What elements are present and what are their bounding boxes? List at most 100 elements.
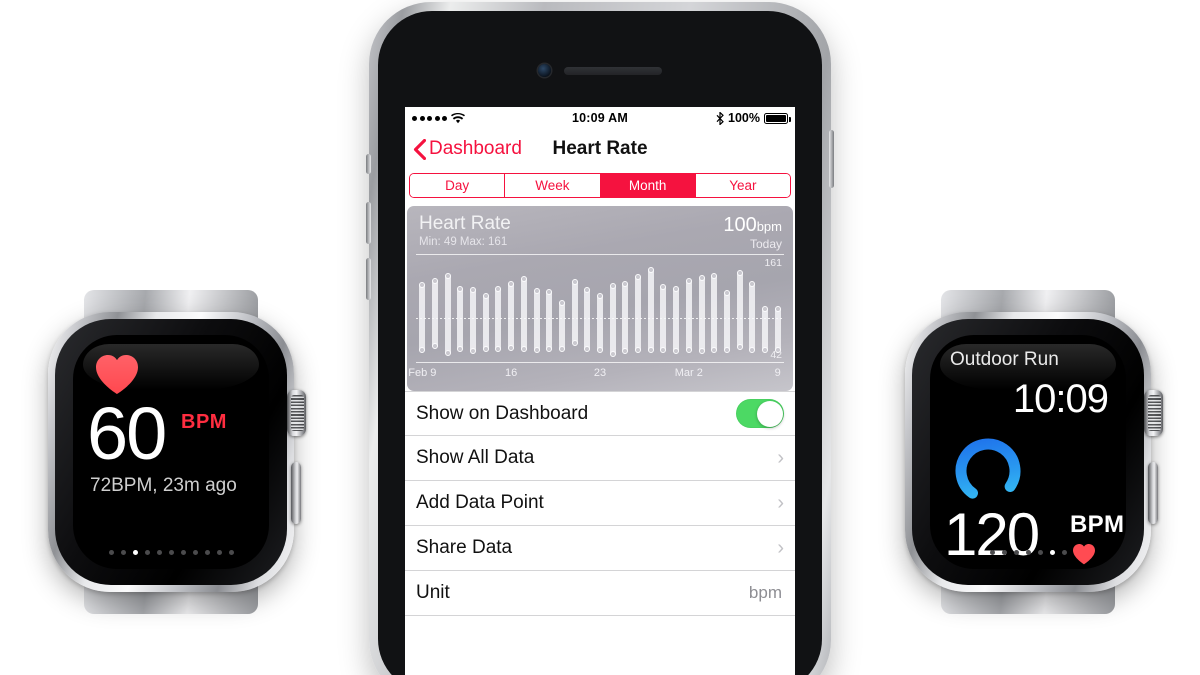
bar-min-node bbox=[749, 347, 756, 354]
segmented-control[interactable]: Day Week Month Year bbox=[409, 173, 791, 198]
chart-range-bar bbox=[698, 258, 705, 362]
chart-range-bar bbox=[761, 258, 768, 362]
chart-range-bar bbox=[673, 258, 680, 362]
chart-bottom-rule bbox=[416, 362, 784, 363]
bar-min-node bbox=[685, 346, 692, 353]
front-camera-icon bbox=[538, 64, 551, 77]
chart-title: Heart Rate bbox=[419, 213, 511, 234]
chevron-right-icon: › bbox=[777, 537, 784, 559]
bar-min-node bbox=[584, 345, 591, 352]
list-row-share-data[interactable]: Share Data › bbox=[405, 526, 795, 571]
show-on-dashboard-toggle[interactable] bbox=[736, 399, 784, 428]
bar-body bbox=[508, 282, 515, 350]
page-dot[interactable] bbox=[180, 550, 186, 555]
page-dot[interactable] bbox=[204, 550, 210, 555]
chart-range-bar bbox=[444, 258, 451, 362]
list-row-add-data-point[interactable]: Add Data Point › bbox=[405, 481, 795, 526]
page-dots-left[interactable] bbox=[73, 550, 269, 555]
status-bar: 10:09 AM 100% bbox=[405, 107, 795, 129]
bar-body bbox=[723, 291, 730, 353]
page-dot[interactable] bbox=[120, 550, 126, 555]
page-dot[interactable] bbox=[132, 550, 138, 555]
bar-max-node bbox=[647, 266, 654, 273]
page-dot[interactable] bbox=[1061, 550, 1067, 555]
list-row-unit[interactable]: Unit bpm bbox=[405, 571, 795, 616]
page-dot[interactable] bbox=[1049, 550, 1055, 555]
bar-body bbox=[749, 282, 756, 353]
bar-max-node bbox=[558, 299, 565, 306]
chart-top-rule bbox=[416, 254, 784, 255]
bar-min-node bbox=[533, 346, 540, 353]
list-row-value: bpm bbox=[748, 583, 782, 602]
segment-week[interactable]: Week bbox=[505, 174, 601, 197]
volume-down-button[interactable] bbox=[366, 258, 371, 300]
volume-up-button[interactable] bbox=[366, 202, 371, 244]
heart-rate-chart-card[interactable]: Heart Rate Min: 49 Max: 161 100bpm Today… bbox=[407, 206, 793, 391]
watch-screen-left[interactable]: 60 BPM 72BPM, 23m ago bbox=[73, 335, 269, 569]
page-dots-right[interactable] bbox=[930, 550, 1126, 555]
list-row-show-all-data[interactable]: Show All Data › bbox=[405, 436, 795, 481]
heart-rate-value: 60 bbox=[87, 392, 167, 475]
chevron-left-icon bbox=[413, 138, 426, 160]
segment-month[interactable]: Month bbox=[600, 174, 696, 197]
bar-max-node bbox=[673, 285, 680, 292]
watch-bezel: 60 BPM 72BPM, 23m ago bbox=[55, 319, 287, 585]
bar-max-node bbox=[685, 277, 692, 284]
bar-min-node bbox=[419, 346, 426, 353]
page-dot[interactable] bbox=[989, 550, 995, 555]
bar-body bbox=[546, 290, 553, 351]
heart-rate-subtitle: 72BPM, 23m ago bbox=[90, 475, 237, 496]
chart-range-bar bbox=[660, 258, 667, 362]
list-row-label: Share Data bbox=[416, 537, 513, 558]
page-dot[interactable] bbox=[156, 550, 162, 555]
phone-screen[interactable]: 10:09 AM 100% Dashboard Heart Rate Day W… bbox=[405, 107, 795, 675]
bar-min-node bbox=[470, 348, 477, 355]
bar-body bbox=[761, 306, 768, 353]
digital-crown[interactable] bbox=[1144, 390, 1163, 436]
page-dot[interactable] bbox=[168, 550, 174, 555]
watch-side-button[interactable] bbox=[291, 462, 301, 524]
page-dot[interactable] bbox=[144, 550, 150, 555]
chart-range-bar bbox=[419, 258, 426, 362]
bar-body bbox=[635, 274, 642, 352]
page-dot[interactable] bbox=[108, 550, 114, 555]
page-dot[interactable] bbox=[228, 550, 234, 555]
bar-max-node bbox=[444, 272, 451, 279]
page-dot[interactable] bbox=[216, 550, 222, 555]
bar-body bbox=[597, 293, 603, 353]
bar-max-node bbox=[482, 292, 489, 299]
bar-body bbox=[571, 279, 578, 345]
back-button[interactable]: Dashboard bbox=[413, 138, 522, 160]
segment-year[interactable]: Year bbox=[695, 174, 790, 197]
silent-switch[interactable] bbox=[366, 154, 371, 174]
chart-range-bar bbox=[584, 258, 591, 362]
chart-range-bar bbox=[774, 258, 781, 362]
watch-screen-right[interactable]: Outdoor Run 10:09 120 BPM bbox=[930, 335, 1126, 569]
apple-watch-left: 60 BPM 72BPM, 23m ago bbox=[48, 290, 306, 614]
chart-range-bar bbox=[609, 258, 616, 362]
page-dot[interactable] bbox=[1013, 550, 1019, 555]
wifi-icon bbox=[451, 112, 465, 123]
page-dot[interactable] bbox=[1025, 550, 1031, 555]
digital-crown[interactable] bbox=[287, 390, 306, 436]
list-row-show-on-dashboard[interactable]: Show on Dashboard bbox=[405, 391, 795, 436]
power-button[interactable] bbox=[829, 130, 834, 188]
watch-side-button[interactable] bbox=[1148, 462, 1158, 524]
bar-min-node bbox=[457, 345, 464, 352]
chart-range-bar bbox=[571, 258, 578, 362]
chart-range-bar bbox=[558, 258, 565, 362]
bar-max-node bbox=[584, 286, 591, 293]
x-axis-tick-label: Feb 9 bbox=[408, 367, 437, 379]
page-dot[interactable] bbox=[192, 550, 198, 555]
earpiece-speaker bbox=[564, 67, 662, 75]
bar-body bbox=[673, 286, 680, 354]
chart-range-bar bbox=[457, 258, 464, 362]
chart-range-bar bbox=[711, 258, 718, 362]
bar-min-node bbox=[546, 345, 553, 352]
page-dot[interactable] bbox=[1001, 550, 1007, 555]
bar-min-node bbox=[571, 339, 578, 346]
segment-day[interactable]: Day bbox=[410, 174, 506, 197]
bar-min-node bbox=[432, 343, 439, 350]
battery-icon bbox=[764, 112, 791, 124]
page-dot[interactable] bbox=[1037, 550, 1043, 555]
